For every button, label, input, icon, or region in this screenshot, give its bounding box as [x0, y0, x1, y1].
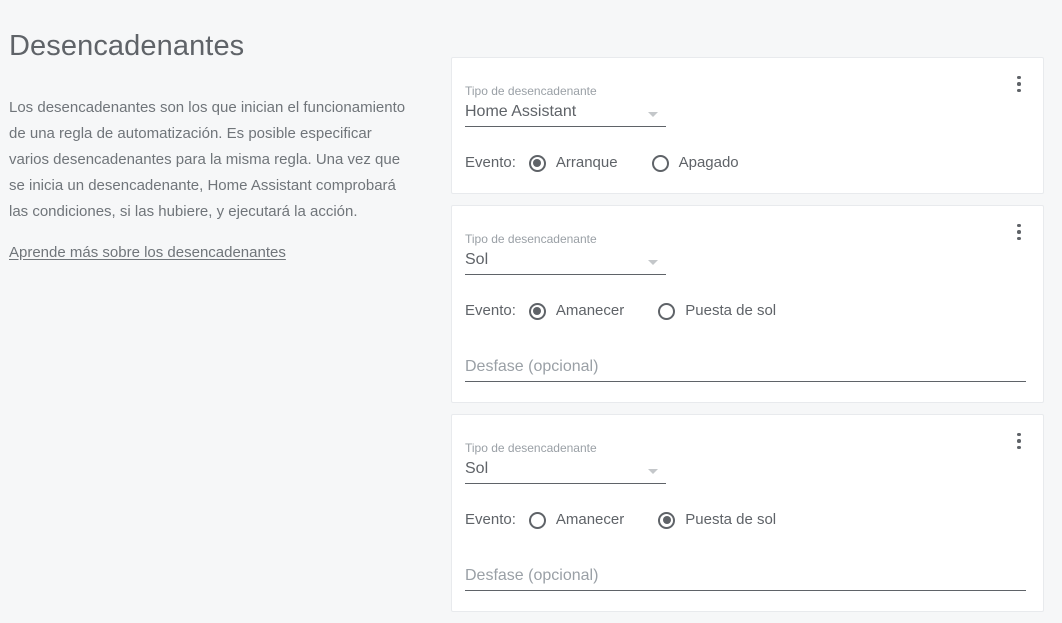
kebab-menu-icon[interactable] — [1008, 217, 1030, 247]
trigger-type-select[interactable]: Tipo de desencadenante Home Assistant — [465, 84, 666, 127]
trigger-card: Tipo de desencadenante Sol Evento: Amane… — [451, 205, 1044, 403]
chevron-down-icon — [648, 112, 658, 117]
event-label: Evento: — [465, 154, 516, 171]
trigger-card: Tipo de desencadenante Sol Evento: Amane… — [451, 414, 1044, 612]
event-radio-label: Arranque — [555, 154, 618, 171]
trigger-type-label: Tipo de desencadenante — [465, 441, 597, 455]
radio-selected-icon — [528, 302, 546, 320]
offset-placeholder: Desfase (opcional) — [465, 567, 599, 584]
trigger-cards-column: Tipo de desencadenante Home Assistant Ev… — [451, 57, 1044, 623]
event-radio-label: Apagado — [678, 154, 739, 171]
radio-unselected-icon — [658, 302, 676, 320]
event-radio-label: Amanecer — [555, 511, 625, 528]
event-radio-option[interactable]: Amanecer — [528, 301, 625, 321]
event-radio-label: Puesta de sol — [685, 511, 777, 528]
kebab-dot — [1017, 88, 1021, 93]
offset-input[interactable]: Desfase (opcional) — [465, 564, 1026, 591]
event-radio-label: Amanecer — [555, 302, 625, 319]
radio-selected-icon — [658, 511, 676, 529]
learn-more-link[interactable]: Aprende más sobre los desencadenantes — [9, 242, 286, 264]
event-radio-group: Evento: Amanecer Puesta de sol — [465, 510, 1026, 530]
kebab-dot — [1017, 236, 1021, 241]
event-radio-group: Evento: Arranque Apagado — [465, 153, 1026, 173]
event-radio-option[interactable]: Arranque — [528, 153, 618, 173]
kebab-dot — [1017, 223, 1021, 228]
page-title: Desencadenantes — [9, 30, 245, 63]
chevron-down-icon — [648, 260, 658, 265]
event-label: Evento: — [465, 302, 516, 319]
event-radio-option[interactable]: Amanecer — [528, 510, 625, 530]
kebab-dot — [1017, 230, 1021, 234]
event-label: Evento: — [465, 511, 516, 528]
radio-unselected-icon — [651, 154, 669, 172]
trigger-card: Tipo de desencadenante Home Assistant Ev… — [451, 57, 1044, 194]
event-radio-option[interactable]: Puesta de sol — [658, 510, 776, 530]
trigger-type-value: Sol — [465, 251, 489, 268]
kebab-dot — [1017, 82, 1021, 86]
radio-selected-icon — [528, 154, 546, 172]
event-radio-group: Evento: Amanecer Puesta de sol — [465, 301, 1026, 321]
trigger-type-select[interactable]: Tipo de desencadenante Sol — [465, 441, 666, 484]
intro-column: Los desencadenantes son los que inician … — [9, 95, 409, 264]
kebab-dot — [1017, 432, 1021, 437]
chevron-down-icon — [648, 469, 658, 474]
event-radio-label: Puesta de sol — [685, 302, 777, 319]
intro-paragraph: Los desencadenantes son los que inician … — [9, 99, 406, 220]
trigger-type-value: Home Assistant — [465, 103, 577, 120]
event-radio-option[interactable]: Puesta de sol — [658, 301, 776, 321]
kebab-menu-icon[interactable] — [1008, 69, 1030, 99]
radio-unselected-icon — [528, 511, 546, 529]
kebab-dot — [1017, 75, 1021, 80]
trigger-type-label: Tipo de desencadenante — [465, 84, 597, 98]
trigger-type-select[interactable]: Tipo de desencadenante Sol — [465, 232, 666, 275]
kebab-dot — [1017, 445, 1021, 450]
kebab-menu-icon[interactable] — [1008, 426, 1030, 456]
trigger-type-value: Sol — [465, 460, 489, 477]
event-radio-option[interactable]: Apagado — [651, 153, 739, 173]
kebab-dot — [1017, 439, 1021, 443]
trigger-type-label: Tipo de desencadenante — [465, 232, 597, 246]
offset-input[interactable]: Desfase (opcional) — [465, 355, 1026, 382]
offset-placeholder: Desfase (opcional) — [465, 358, 599, 375]
